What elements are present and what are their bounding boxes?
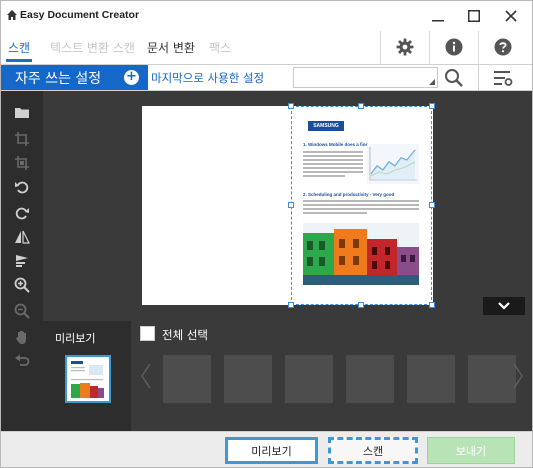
crop-icon[interactable] [14, 155, 30, 171]
maximize-button[interactable] [461, 4, 487, 28]
select-all-label: 전체 선택 [162, 328, 208, 342]
preview-button[interactable]: 미리보기 [225, 437, 318, 464]
settings-band: 자주 쓰는 설정 + 마지막으로 사용한 설정 [1, 64, 532, 91]
tab-scan[interactable]: 스캔 [8, 39, 30, 56]
band-divider [478, 65, 479, 90]
app-window: Easy Document Creator 스캔 텍스트 변환 스캔 문서 변환… [0, 0, 533, 468]
selection-handle[interactable] [288, 202, 294, 208]
thumbnail-slot[interactable] [407, 355, 455, 403]
minimize-button[interactable] [425, 4, 451, 28]
selection-handle[interactable] [358, 302, 364, 308]
chevron-left-icon[interactable] [140, 363, 152, 389]
close-icon [505, 10, 517, 22]
thumbnail-slot[interactable] [346, 355, 394, 403]
app-title: Easy Document Creator [20, 9, 140, 21]
preview-panel: 미리보기 [43, 321, 131, 431]
undo-icon[interactable] [14, 353, 30, 369]
thumbnail-slot[interactable] [163, 355, 211, 403]
selection-handle[interactable] [358, 103, 364, 109]
info-icon [445, 38, 463, 56]
chevron-right-icon[interactable] [512, 363, 524, 389]
chevron-down-icon [498, 302, 510, 310]
send-button[interactable]: 보내기 [427, 437, 515, 464]
flip-icon[interactable] [14, 229, 30, 245]
preview-thumbnail[interactable] [65, 355, 111, 403]
add-favorite-icon[interactable]: + [124, 70, 139, 85]
thumbnail-slot[interactable] [468, 355, 516, 403]
last-used-settings-link[interactable]: 마지막으로 사용한 설정 [151, 70, 264, 86]
help-icon [494, 38, 512, 56]
minimize-icon [432, 20, 444, 22]
search-icon[interactable] [444, 68, 464, 88]
action-bar: 미리보기 스캔 보내기 [1, 431, 532, 467]
flag-icon[interactable] [14, 253, 30, 269]
selection-handle[interactable] [429, 302, 435, 308]
zoom-out-icon[interactable] [14, 303, 30, 319]
help-button[interactable] [492, 36, 514, 58]
rotate-right-icon[interactable] [14, 205, 30, 221]
crop-multi-icon[interactable] [14, 131, 30, 147]
selection-handle[interactable] [288, 103, 294, 109]
thumbnail-image [67, 357, 109, 401]
selection-handle[interactable] [288, 302, 294, 308]
selection-handle[interactable] [429, 202, 435, 208]
thumbnail-slot[interactable] [285, 355, 333, 403]
gear-icon [396, 38, 414, 56]
settings-list-icon[interactable] [493, 69, 513, 87]
favorite-settings-button[interactable]: 자주 쓰는 설정 + [1, 65, 148, 90]
rotate-left-icon[interactable] [14, 179, 30, 195]
toolbar-divider [380, 31, 381, 64]
settings-dropdown[interactable] [293, 67, 438, 88]
title-bar: Easy Document Creator [1, 1, 532, 31]
close-button[interactable] [498, 4, 524, 28]
thumbnail-slot[interactable] [224, 355, 272, 403]
folder-open-icon[interactable] [14, 105, 30, 121]
scan-button[interactable]: 스캔 [328, 437, 418, 464]
toolbar-divider [429, 31, 430, 64]
tab-convert-document[interactable]: 문서 변환 [147, 39, 195, 56]
tab-fax[interactable]: 팩스 [209, 39, 231, 56]
active-tab-indicator [6, 59, 32, 62]
info-button[interactable] [443, 36, 465, 58]
edit-toolbar [1, 91, 43, 431]
toolbar-divider [478, 31, 479, 64]
home-icon [7, 10, 17, 20]
maximize-icon [468, 10, 480, 22]
thumbnail-gallery: 전체 선택 [131, 321, 532, 431]
tab-bar: 스캔 텍스트 변환 스캔 문서 변환 팩스 [1, 31, 532, 64]
favorite-settings-label: 자주 쓰는 설정 [15, 71, 102, 87]
settings-button[interactable] [394, 36, 416, 58]
dropdown-corner-icon [429, 79, 435, 85]
zoom-in-icon[interactable] [14, 277, 30, 293]
preview-label: 미리보기 [55, 332, 96, 345]
select-all-checkbox[interactable] [140, 326, 155, 341]
collapse-panel-button[interactable] [483, 297, 525, 315]
selection-handle[interactable] [429, 103, 435, 109]
tab-ocr-scan[interactable]: 텍스트 변환 스캔 [50, 39, 135, 56]
selection-frame[interactable] [291, 106, 432, 305]
hand-icon[interactable] [14, 329, 30, 345]
